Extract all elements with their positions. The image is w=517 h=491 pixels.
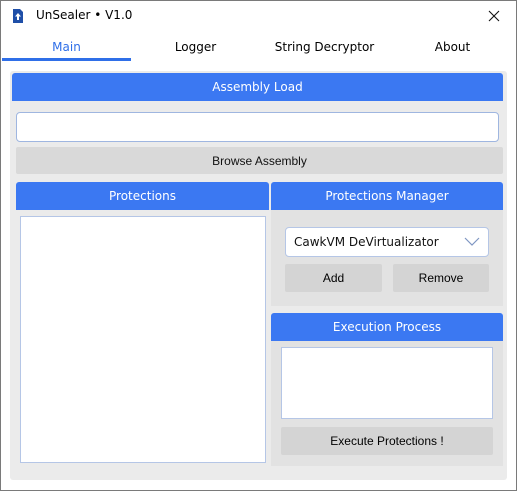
window-title: UnSealer • V1.0 <box>36 8 133 22</box>
protections-manager-header: Protections Manager <box>271 182 503 210</box>
tab-logger[interactable]: Logger <box>131 33 260 61</box>
close-icon <box>488 10 500 22</box>
app-window: UnSealer • V1.0 Main Logger String Decry… <box>0 0 517 491</box>
execution-process-header: Execution Process <box>271 313 503 341</box>
protection-select-value: CawkVM DeVirtualizator <box>294 235 439 249</box>
assembly-path-input[interactable] <box>16 112 499 142</box>
protection-select[interactable]: CawkVM DeVirtualizator <box>285 227 489 257</box>
main-panel: Assembly Load Browse Assembly Protection… <box>10 71 507 480</box>
active-tab-indicator <box>2 58 131 61</box>
protections-list[interactable] <box>20 216 266 463</box>
chevron-down-icon <box>464 237 480 246</box>
tab-about[interactable]: About <box>389 33 516 61</box>
remove-button[interactable]: Remove <box>393 264 489 292</box>
title-bar[interactable]: UnSealer • V1.0 <box>1 1 516 31</box>
browse-assembly-button[interactable]: Browse Assembly <box>16 147 503 174</box>
tab-main[interactable]: Main <box>2 33 131 61</box>
assembly-load-header: Assembly Load <box>12 73 503 101</box>
app-icon <box>12 9 24 23</box>
tab-string-decryptor[interactable]: String Decryptor <box>260 33 389 61</box>
execution-output-box[interactable] <box>281 347 493 419</box>
execute-protections-button[interactable]: Execute Protections ! <box>281 427 493 455</box>
tab-bar: Main Logger String Decryptor About <box>1 33 516 61</box>
close-button[interactable] <box>472 1 516 31</box>
add-button[interactable]: Add <box>285 264 382 292</box>
protections-header: Protections <box>16 182 269 210</box>
